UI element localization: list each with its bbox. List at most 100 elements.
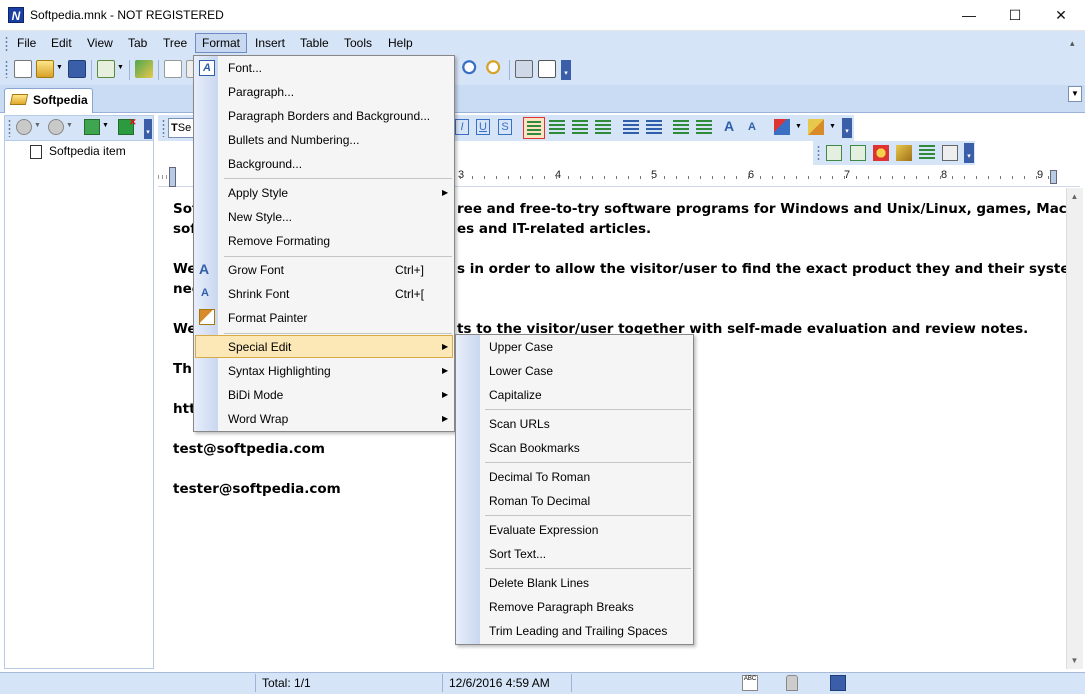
table-toolbar-grip-icon[interactable] <box>817 145 820 161</box>
menu-edit[interactable]: Edit <box>45 33 78 53</box>
submenu-item-upper-case[interactable]: Upper Case <box>489 335 553 359</box>
minimize-button[interactable]: — <box>946 0 992 30</box>
menu-item-special-edit[interactable]: Special Edit <box>228 335 291 359</box>
menu-tab[interactable]: Tab <box>122 33 153 53</box>
menu-item-paragraph-borders[interactable]: Paragraph Borders and Background... <box>228 104 430 128</box>
back-icon[interactable] <box>16 119 32 135</box>
scroll-up-icon[interactable]: ▲ <box>1066 188 1083 205</box>
grow-font-icon[interactable]: A <box>724 118 740 136</box>
align-right-icon[interactable] <box>572 120 588 134</box>
menu-item-grow-font[interactable]: Grow Font <box>228 258 284 282</box>
submenu-item-roman-to-decimal[interactable]: Roman To Decimal <box>489 489 590 513</box>
align-left-button[interactable] <box>523 117 545 139</box>
menu-item-apply-style[interactable]: Apply Style <box>228 181 288 205</box>
menu-item-format-painter[interactable]: Format Painter <box>228 306 307 330</box>
forward-dropdown-icon[interactable]: ▼ <box>66 122 73 129</box>
template-icon[interactable] <box>942 145 958 161</box>
tree-toolbar-grip-icon[interactable] <box>8 119 11 137</box>
checklist-icon[interactable] <box>919 145 935 161</box>
menu-file[interactable]: File <box>11 33 42 53</box>
indent-marker-icon[interactable] <box>169 167 176 187</box>
menu-help[interactable]: Help <box>382 33 419 53</box>
toolbar-grip-icon[interactable] <box>5 60 8 78</box>
menubar-grip-icon[interactable] <box>5 36 8 52</box>
search-icon[interactable] <box>462 60 480 78</box>
table-toolbar-options-icon[interactable]: ▾ <box>964 143 974 163</box>
clipboard-icon[interactable] <box>515 60 533 78</box>
submenu-item-sort-text[interactable]: Sort Text... <box>489 542 546 566</box>
menu-item-word-wrap[interactable]: Word Wrap <box>228 407 288 431</box>
highlight-color-icon[interactable] <box>808 119 824 135</box>
lock-icon[interactable] <box>786 675 798 691</box>
justify-icon[interactable] <box>595 120 611 134</box>
text-color-dropdown-icon[interactable]: ▼ <box>795 123 802 130</box>
toolbar-overflow-icon[interactable]: ▴ <box>1070 38 1082 50</box>
import-icon[interactable] <box>97 60 115 78</box>
increase-indent-icon[interactable] <box>696 120 712 134</box>
menu-format[interactable]: Format <box>195 33 248 53</box>
tree-item-softpedia[interactable]: Softpedia item <box>49 144 126 158</box>
tree-toolbar-options-icon[interactable]: ▾ <box>144 119 152 139</box>
submenu-item-evaluate-expression[interactable]: Evaluate Expression <box>489 518 598 542</box>
submenu-item-scan-urls[interactable]: Scan URLs <box>489 412 550 436</box>
submenu-item-capitalize[interactable]: Capitalize <box>489 383 542 407</box>
open-dropdown-icon[interactable]: ▼ <box>56 64 63 71</box>
scroll-down-icon[interactable]: ▼ <box>1066 652 1083 669</box>
submenu-item-delete-blank-lines[interactable]: Delete Blank Lines <box>489 571 589 595</box>
submenu-item-remove-paragraph-breaks[interactable]: Remove Paragraph Breaks <box>489 595 634 619</box>
add-node-icon[interactable] <box>84 119 100 135</box>
insert-column-icon[interactable] <box>850 145 866 161</box>
menu-table[interactable]: Table <box>294 33 335 53</box>
search-replace-icon[interactable] <box>486 60 504 78</box>
submenu-item-trim-spaces[interactable]: Trim Leading and Trailing Spaces <box>489 619 667 643</box>
menu-item-background[interactable]: Background... <box>228 152 302 176</box>
maximize-button[interactable]: ☐ <box>992 0 1038 30</box>
menu-tools[interactable]: Tools <box>338 33 378 53</box>
underline-icon[interactable]: U <box>476 119 490 135</box>
menu-item-remove-formating[interactable]: Remove Formating <box>228 229 330 253</box>
toolbar-options-icon[interactable]: ▾ <box>561 60 571 80</box>
save-icon[interactable] <box>68 60 86 78</box>
insert-row-icon[interactable] <box>826 145 842 161</box>
submenu-item-decimal-to-roman[interactable]: Decimal To Roman <box>489 465 590 489</box>
spellcheck-icon[interactable]: ABC <box>742 675 758 691</box>
vertical-scrollbar[interactable] <box>1066 188 1083 669</box>
new-file-icon[interactable] <box>14 60 32 78</box>
submenu-item-lower-case[interactable]: Lower Case <box>489 359 553 383</box>
new-note-icon[interactable] <box>873 145 889 161</box>
menu-view[interactable]: View <box>81 33 119 53</box>
import-dropdown-icon[interactable]: ▼ <box>117 64 124 71</box>
bullets-icon[interactable] <box>623 120 639 134</box>
tab-list-dropdown-icon[interactable]: ▼ <box>1068 86 1082 102</box>
text-color-icon[interactable] <box>774 119 790 135</box>
align-center-icon[interactable] <box>549 120 565 134</box>
add-node-dropdown-icon[interactable]: ▼ <box>102 122 109 129</box>
menu-item-font[interactable]: Font... <box>228 56 262 80</box>
submenu-item-scan-bookmarks[interactable]: Scan Bookmarks <box>489 436 580 460</box>
window-icon[interactable] <box>538 60 556 78</box>
highlight-dropdown-icon[interactable]: ▼ <box>829 123 836 130</box>
numbering-icon[interactable] <box>646 120 662 134</box>
menu-item-syntax-highlighting[interactable]: Syntax Highlighting <box>228 359 331 383</box>
decrease-indent-icon[interactable] <box>673 120 689 134</box>
forward-icon[interactable] <box>48 119 64 135</box>
print-preview-icon[interactable] <box>164 60 182 78</box>
menu-item-bidi-mode[interactable]: BiDi Mode <box>228 383 283 407</box>
italic-icon[interactable]: I <box>455 119 469 135</box>
menu-tree[interactable]: Tree <box>157 33 193 53</box>
format-toolbar-options-icon[interactable]: ▾ <box>842 118 852 138</box>
attach-icon[interactable] <box>896 145 912 161</box>
format-toolbar-grip-icon[interactable] <box>162 119 165 137</box>
export-icon[interactable] <box>135 60 153 78</box>
right-indent-marker-icon[interactable] <box>1050 170 1057 184</box>
close-button[interactable]: ✕ <box>1038 0 1084 30</box>
menu-insert[interactable]: Insert <box>249 33 291 53</box>
shrink-font-icon[interactable]: A <box>748 121 762 135</box>
menu-item-paragraph[interactable]: Paragraph... <box>228 80 294 104</box>
menu-item-bullets-numbering[interactable]: Bullets and Numbering... <box>228 128 359 152</box>
menu-item-shrink-font[interactable]: Shrink Font <box>228 282 289 306</box>
save-status-icon[interactable] <box>830 675 846 691</box>
open-folder-icon[interactable] <box>36 60 54 78</box>
style-combo[interactable]: TSe <box>168 118 196 138</box>
back-dropdown-icon[interactable]: ▼ <box>34 122 41 129</box>
